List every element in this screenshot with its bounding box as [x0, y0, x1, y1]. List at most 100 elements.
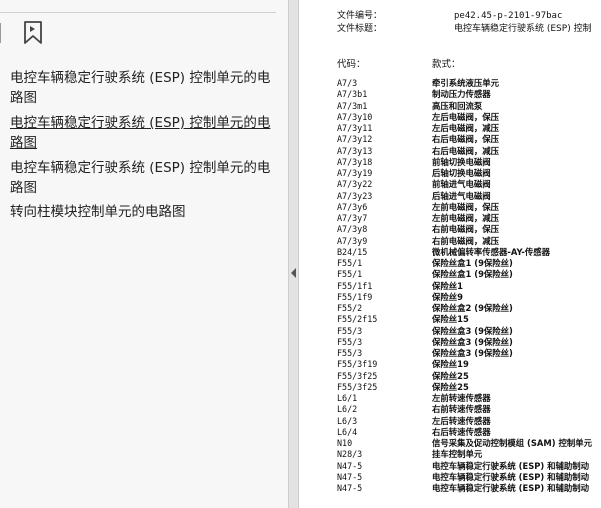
column-header-description: 款式： [432, 59, 461, 70]
component-row: F55/2f15 保险丝15 [337, 314, 592, 325]
bookmark-item-steering-column[interactable]: 转向柱模块控制单元的电路图 [10, 202, 282, 222]
component-code: F55/3f19 [337, 359, 378, 370]
component-row: F55/3 保险丝盒3 (9保险丝) [337, 326, 592, 337]
component-row: N47-5 电控车辆稳定行驶系统 (ESP) 和辅助制动 [337, 461, 592, 472]
component-description: 保险丝19 [432, 359, 469, 370]
component-description: 左前转速传感器 [432, 393, 491, 403]
doc-title-row: 文件标题： 电控车辆稳定行驶系统 (ESP) 控制 [337, 24, 592, 35]
component-list: A7/3 牵引系统液压单元 A7/3b1 制动压力传感器 A7/3m1 高压和回流泵 A7/… [337, 78, 592, 494]
component-description: 保险丝盒1 (9保险丝) [432, 258, 513, 268]
component-code: A7/3b1 [337, 89, 368, 100]
doc-title-label: 文件标题： [337, 24, 383, 34]
component-description: 保险丝9 [432, 291, 463, 302]
component-description: 右前转速传感器 [432, 404, 491, 415]
component-code: F55/3 [337, 348, 363, 358]
component-row: N47-5 电控车辆稳定行驶系统 (ESP) 和辅助制动 [337, 483, 592, 494]
bookmark-item-esp-3[interactable]: 电控车辆稳定行驶系统 (ESP) 控制单元的电路图 [10, 158, 282, 198]
panel-splitter[interactable] [288, 0, 299, 508]
component-description: 左后电磁阀，减压 [432, 123, 499, 133]
component-description: 左后电磁阀，保压 [432, 111, 499, 122]
component-code: A7/3m1 [337, 100, 368, 111]
component-code: F55/1f9 [337, 291, 373, 302]
component-code: F55/3 [337, 336, 363, 347]
component-row: A7/3y7 左前电磁阀，减压 [337, 213, 592, 224]
component-code: L6/3 [337, 415, 358, 426]
doc-number-row: 文件编号： pe42.45-p-2101-97bac [337, 11, 562, 22]
component-row: F55/2 保险丝盒2 (9保险丝) [337, 303, 592, 314]
component-row: A7/3y8 右前电磁阀，保压 [337, 224, 592, 235]
component-code: F55/1f1 [337, 280, 373, 291]
component-row: A7/3y13 右后电磁阀，减压 [337, 146, 592, 157]
bookmark-list: 电控车辆稳定行驶系统 (ESP) 控制单元的电路图 电控车辆稳定行驶系统 (ES… [10, 68, 282, 227]
component-row: F55/3 保险丝盒3 (9保险丝) [337, 348, 592, 359]
component-row: A7/3y9 右前电磁阀，减压 [337, 236, 592, 247]
component-code: N10 [337, 438, 353, 448]
component-code: A7/3y7 [337, 213, 368, 223]
component-code: F55/1 [337, 269, 363, 280]
component-description: 电控车辆稳定行驶系统 (ESP) 和辅助制动 [432, 483, 590, 493]
toolbar-separator [0, 23, 1, 43]
component-code: F55/2 [337, 303, 363, 313]
component-description: 左前电磁阀，保压 [432, 201, 499, 212]
component-description: 挂车控制单元 [432, 449, 483, 460]
component-row: A7/3b1 制动压力传感器 [337, 89, 592, 100]
component-description: 保险丝15 [432, 314, 469, 325]
component-code: A7/3y9 [337, 235, 368, 246]
component-row: F55/1f9 保险丝9 [337, 292, 592, 303]
document-page: 文件编号： pe42.45-p-2101-97bac 文件标题： 电控车辆稳定行驶系… [299, 0, 601, 508]
component-description: 电控车辆稳定行驶系统 (ESP) 和辅助制动 [432, 460, 590, 471]
component-row: F55/3f19 保险丝19 [337, 359, 592, 370]
component-code: N47-5 [337, 483, 363, 493]
bookmark-item-esp-2[interactable]: 电控车辆稳定行驶系统 (ESP) 控制单元的电路图 [10, 113, 282, 153]
component-description: 左后转速传感器 [432, 415, 491, 426]
component-code: A7/3y11 [337, 123, 373, 133]
component-code: A7/3y18 [337, 156, 373, 167]
component-row: A7/3y19 后轴切换电磁阀 [337, 168, 592, 179]
component-description: 右前电磁阀，保压 [432, 224, 499, 235]
collapse-arrow-icon[interactable] [291, 268, 296, 278]
component-code: A7/3y22 [337, 179, 373, 190]
bookmark-item-esp-1[interactable]: 电控车辆稳定行驶系统 (ESP) 控制单元的电路图 [10, 68, 282, 108]
component-description: 保险丝25 [432, 370, 469, 381]
component-code: A7/3y19 [337, 168, 373, 178]
component-row: F55/1 保险丝盒1 (9保险丝) [337, 258, 592, 269]
component-description: 保险丝1 [432, 280, 463, 291]
component-description: 电控车辆稳定行驶系统 (ESP) 和辅助制动 [432, 471, 590, 482]
component-code: B24/15 [337, 246, 368, 257]
component-code: A7/3y6 [337, 201, 368, 212]
component-description: 保险丝盒2 (9保险丝) [432, 303, 513, 313]
component-code: A7/3y10 [337, 111, 373, 122]
component-description: 前轴进气电磁阀 [432, 179, 491, 190]
component-row: F55/3f25 保险丝25 [337, 382, 592, 393]
component-code: N28/3 [337, 449, 363, 460]
component-row: A7/3 牵引系统液压单元 [337, 78, 592, 89]
component-row: F55/3f25 保险丝25 [337, 371, 592, 382]
bookmark-icon[interactable] [22, 20, 44, 46]
component-code: A7/3y12 [337, 134, 373, 145]
toolbar-divider-line [0, 12, 276, 13]
component-row: F55/1f1 保险丝1 [337, 281, 592, 292]
component-code: A7/3y23 [337, 190, 373, 201]
component-row: L6/1 左前转速传感器 [337, 393, 592, 404]
component-row: N28/3 挂车控制单元 [337, 449, 592, 460]
component-row: A7/3y10 左后电磁阀，保压 [337, 112, 592, 123]
component-row: N47-5 电控车辆稳定行驶系统 (ESP) 和辅助制动 [337, 472, 592, 483]
component-code: F55/1 [337, 258, 363, 268]
column-header-code: 代码： [337, 59, 366, 70]
component-code: F55/2f15 [337, 314, 378, 325]
component-row: F55/3 保险丝盒3 (9保险丝) [337, 337, 592, 348]
component-description: 保险丝盒3 (9保险丝) [432, 348, 513, 358]
component-description: 牵引系统液压单元 [432, 78, 499, 88]
component-description: 后轴进气电磁阀 [432, 190, 491, 201]
component-row: L6/2 右前转速传感器 [337, 404, 592, 415]
component-row: B24/15 微机械偏转率传感器-AY-传感器 [337, 247, 592, 258]
doc-number-value: pe42.45-p-2101-97bac [454, 11, 563, 21]
component-code: N47-5 [337, 460, 363, 471]
component-code: F55/3f25 [337, 370, 378, 381]
component-row: A7/3y6 左前电磁阀，保压 [337, 202, 592, 213]
component-row: A7/3y11 左后电磁阀，减压 [337, 123, 592, 134]
component-code: F55/3f25 [337, 381, 378, 392]
component-code: F55/3 [337, 325, 363, 336]
component-description: 保险丝25 [432, 381, 469, 392]
component-code: L6/2 [337, 404, 358, 415]
